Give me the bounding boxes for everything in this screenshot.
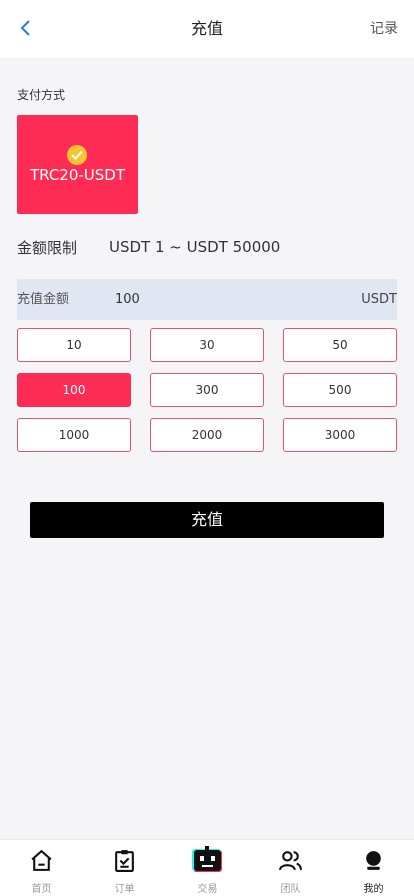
payment-method-label: 支付方式: [17, 88, 66, 102]
tab-team-label: 团队: [280, 884, 301, 895]
tab-team[interactable]: 团队: [249, 840, 332, 896]
amount-limit-row: 金额限制 USDT 1 ~ USDT 50000: [17, 236, 280, 258]
amount-option-300[interactable]: 300: [150, 373, 264, 407]
tab-trade[interactable]: 交易: [166, 840, 249, 896]
header-bar: 充值 记录: [0, 0, 414, 58]
amount-option-500[interactable]: 500: [283, 373, 397, 407]
amount-option-10[interactable]: 10: [17, 328, 131, 362]
amount-option-50[interactable]: 50: [283, 328, 397, 362]
recharge-amount-input[interactable]: [115, 287, 315, 312]
tab-home-label: 首页: [31, 884, 52, 895]
clipboard-icon: [115, 850, 134, 872]
bottom-tab-bar: 首页 订单 交易 团队 我的: [0, 839, 414, 896]
check-circle-icon: [67, 145, 87, 165]
amount-option-100[interactable]: 100: [17, 373, 131, 407]
tab-orders[interactable]: 订单: [83, 840, 166, 896]
payment-method-card[interactable]: TRC20-USDT: [17, 115, 138, 214]
tab-profile[interactable]: 我的: [332, 840, 414, 896]
robot-icon: [192, 846, 222, 872]
amount-option-2000[interactable]: 2000: [150, 418, 264, 452]
amount-limit-label: 金额限制: [17, 238, 78, 257]
tab-home[interactable]: 首页: [0, 840, 83, 896]
profile-icon: [366, 851, 381, 870]
amount-option-30[interactable]: 30: [150, 328, 264, 362]
tab-orders-label: 订单: [114, 884, 135, 895]
record-link[interactable]: 记录: [370, 0, 398, 58]
team-icon: [279, 851, 302, 871]
amount-limit-value: USDT 1 ~ USDT 50000: [109, 238, 281, 256]
amount-option-3000[interactable]: 3000: [283, 418, 397, 452]
home-icon: [31, 850, 52, 871]
recharge-amount-label: 充值金额: [17, 292, 70, 307]
amount-unit: USDT: [361, 292, 397, 307]
payment-method-name: TRC20-USDT: [29, 166, 126, 184]
recharge-amount-row: 充值金额 USDT: [17, 279, 397, 320]
page-title: 充值: [190, 19, 223, 38]
amount-option-1000[interactable]: 1000: [17, 418, 131, 452]
recharge-submit-button[interactable]: 充值: [30, 502, 384, 538]
tab-profile-label: 我的: [363, 884, 384, 895]
tab-trade-label: 交易: [197, 884, 218, 895]
